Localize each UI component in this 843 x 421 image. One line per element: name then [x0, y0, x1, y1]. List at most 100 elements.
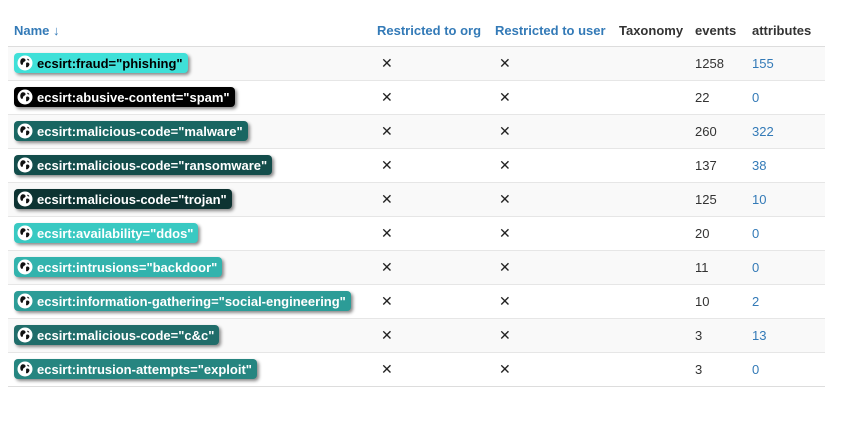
tag-cell: ecsirt:malicious-code="ransomware": [8, 148, 371, 183]
tag-statistics-table: Name ↓ Restricted to org Restricted to u…: [8, 14, 825, 387]
attributes-count-link[interactable]: 38: [752, 158, 766, 173]
tag-label: ecsirt:malicious-code="trojan": [37, 191, 227, 207]
events-cell: 3: [689, 352, 746, 387]
events-cell: 3: [689, 318, 746, 353]
taxonomy-cell: [613, 182, 689, 217]
attributes-count-link[interactable]: 13: [752, 328, 766, 343]
events-cell: 20: [689, 216, 746, 251]
attributes-count-link[interactable]: 10: [752, 192, 766, 207]
tag-cell: ecsirt:abusive-content="spam": [8, 80, 371, 115]
attributes-count-link[interactable]: 0: [752, 260, 759, 275]
events-count: 22: [695, 90, 710, 105]
events-cell: 1258: [689, 46, 746, 81]
close-icon: ✕: [381, 361, 393, 377]
column-header-name[interactable]: Name ↓: [8, 14, 371, 47]
restricted-to-org-cell: ✕: [371, 250, 489, 285]
taxonomy-cell: [613, 80, 689, 115]
attributes-cell: 322: [746, 114, 825, 149]
restricted-to-user-cell: ✕: [489, 80, 613, 115]
events-count: 10: [695, 294, 710, 309]
tag-pill[interactable]: ecsirt:availability="ddos": [14, 223, 199, 243]
tag-cell: ecsirt:intrusions="backdoor": [8, 250, 371, 285]
tag-label: ecsirt:availability="ddos": [37, 225, 194, 241]
restricted-to-org-cell: ✕: [371, 80, 489, 115]
tag-pill[interactable]: ecsirt:intrusion-attempts="exploit": [14, 359, 257, 379]
tag-pill[interactable]: ecsirt:fraud="phishing": [14, 53, 188, 73]
table-row: ecsirt:information-gathering="social-eng…: [8, 284, 825, 319]
attributes-count-link[interactable]: 0: [752, 362, 759, 377]
attributes-cell: 155: [746, 46, 825, 81]
column-header-restricted-to-org[interactable]: Restricted to org: [371, 14, 489, 47]
column-header-attributes: attributes: [746, 14, 825, 47]
close-icon: ✕: [499, 89, 511, 105]
restricted-to-user-cell: ✕: [489, 318, 613, 353]
events-count: 3: [695, 362, 703, 377]
tag-cell: ecsirt:fraud="phishing": [8, 46, 371, 81]
restricted-to-org-cell: ✕: [371, 182, 489, 217]
taxonomy-cell: [613, 148, 689, 183]
globe-icon: [17, 55, 33, 71]
attributes-cell: 13: [746, 318, 825, 353]
tag-cell: ecsirt:malicious-code="c&c": [8, 318, 371, 353]
close-icon: ✕: [499, 293, 511, 309]
attributes-cell: 0: [746, 352, 825, 387]
restricted-to-user-cell: ✕: [489, 148, 613, 183]
table-row: ecsirt:intrusions="backdoor" ✕ ✕ 11 0: [8, 250, 825, 285]
table-row: ecsirt:malicious-code="trojan" ✕ ✕ 125 10: [8, 182, 825, 217]
tag-pill[interactable]: ecsirt:information-gathering="social-eng…: [14, 291, 351, 311]
close-icon: ✕: [499, 327, 511, 343]
events-count: 3: [695, 328, 703, 343]
tag-label: ecsirt:malicious-code="malware": [37, 123, 243, 139]
close-icon: ✕: [381, 225, 393, 241]
restricted-to-user-cell: ✕: [489, 352, 613, 387]
globe-icon: [17, 259, 33, 275]
tag-pill[interactable]: ecsirt:malicious-code="ransomware": [14, 155, 273, 175]
attributes-count-link[interactable]: 155: [752, 56, 774, 71]
tag-label: ecsirt:intrusion-attempts="exploit": [37, 361, 252, 377]
globe-icon: [17, 361, 33, 377]
tag-pill[interactable]: ecsirt:intrusions="backdoor": [14, 257, 223, 277]
tag-label: ecsirt:malicious-code="c&c": [37, 327, 215, 343]
tag-cell: ecsirt:information-gathering="social-eng…: [8, 284, 371, 319]
close-icon: ✕: [381, 259, 393, 275]
globe-icon: [17, 157, 33, 173]
globe-icon: [17, 293, 33, 309]
attributes-count-link[interactable]: 0: [752, 90, 759, 105]
close-icon: ✕: [381, 191, 393, 207]
close-icon: ✕: [381, 55, 393, 71]
close-icon: ✕: [499, 157, 511, 173]
tag-pill[interactable]: ecsirt:malicious-code="trojan": [14, 189, 232, 209]
restricted-to-org-cell: ✕: [371, 46, 489, 81]
events-count: 125: [695, 192, 717, 207]
globe-icon: [17, 191, 33, 207]
tag-pill[interactable]: ecsirt:abusive-content="spam": [14, 87, 235, 107]
taxonomy-cell: [613, 352, 689, 387]
tag-label: ecsirt:malicious-code="ransomware": [37, 157, 268, 173]
column-header-restricted-to-user[interactable]: Restricted to user: [489, 14, 613, 47]
attributes-count-link[interactable]: 322: [752, 124, 774, 139]
table-row: ecsirt:malicious-code="malware" ✕ ✕ 260 322: [8, 114, 825, 149]
taxonomy-cell: [613, 46, 689, 81]
events-count: 1258: [695, 56, 724, 71]
attributes-cell: 0: [746, 216, 825, 251]
restricted-to-user-cell: ✕: [489, 46, 613, 81]
attributes-count-link[interactable]: 0: [752, 226, 759, 241]
close-icon: ✕: [381, 327, 393, 343]
events-count: 137: [695, 158, 717, 173]
events-cell: 11: [689, 250, 746, 285]
tag-label: ecsirt:information-gathering="social-eng…: [37, 293, 346, 309]
globe-icon: [17, 123, 33, 139]
column-header-events: events: [689, 14, 746, 47]
tag-cell: ecsirt:intrusion-attempts="exploit": [8, 352, 371, 387]
globe-icon: [17, 225, 33, 241]
tag-pill[interactable]: ecsirt:malicious-code="malware": [14, 121, 248, 141]
events-count: 20: [695, 226, 710, 241]
restricted-to-org-cell: ✕: [371, 284, 489, 319]
close-icon: ✕: [499, 191, 511, 207]
tag-pill[interactable]: ecsirt:malicious-code="c&c": [14, 325, 220, 345]
column-header-taxonomy: Taxonomy: [613, 14, 689, 47]
attributes-count-link[interactable]: 2: [752, 294, 759, 309]
taxonomy-cell: [613, 318, 689, 353]
events-cell: 137: [689, 148, 746, 183]
close-icon: ✕: [381, 157, 393, 173]
